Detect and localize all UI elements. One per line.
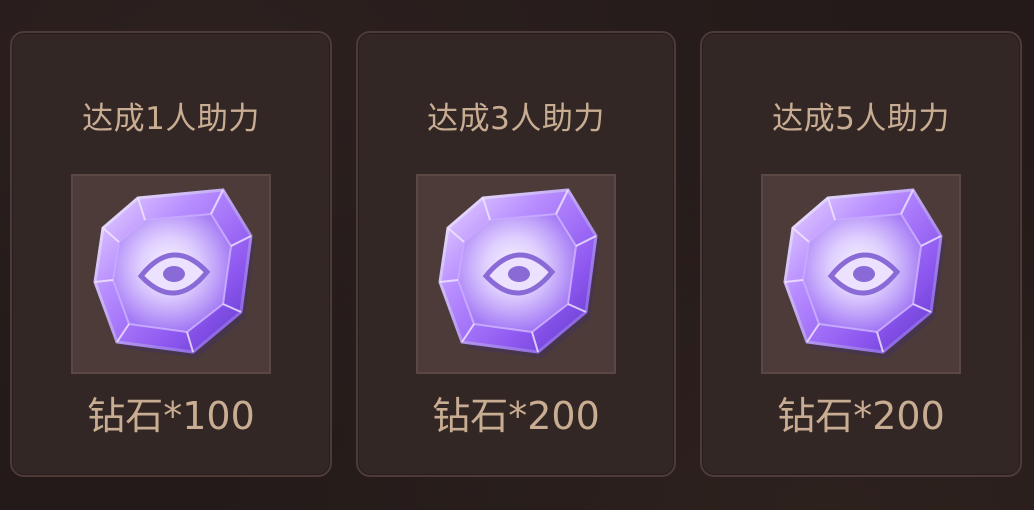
- reward-title: 达成5人助力: [772, 101, 950, 137]
- item-frame[interactable]: [71, 174, 271, 374]
- reward-title: 达成1人助力: [82, 101, 260, 137]
- item-frame[interactable]: [416, 174, 616, 374]
- reward-amount: 钻石*200: [432, 394, 600, 438]
- reward-amount: 钻石*100: [87, 394, 255, 438]
- diamond-icon: [783, 188, 945, 358]
- reward-card-1[interactable]: 达成1人助力 钻石*100: [10, 31, 332, 477]
- reward-card-3[interactable]: 达成5人助力 钻石*200: [700, 31, 1022, 477]
- reward-card-2[interactable]: 达成3人助力 钻石*200: [356, 31, 676, 477]
- reward-list: 达成1人助力 钻石*100 达成3人助力 钻石*200 达成5人助力 钻石*20…: [0, 0, 1034, 510]
- item-frame[interactable]: [761, 174, 961, 374]
- diamond-icon: [438, 188, 600, 358]
- reward-title: 达成3人助力: [427, 101, 605, 137]
- reward-amount: 钻石*200: [777, 394, 945, 438]
- diamond-icon: [93, 188, 255, 358]
